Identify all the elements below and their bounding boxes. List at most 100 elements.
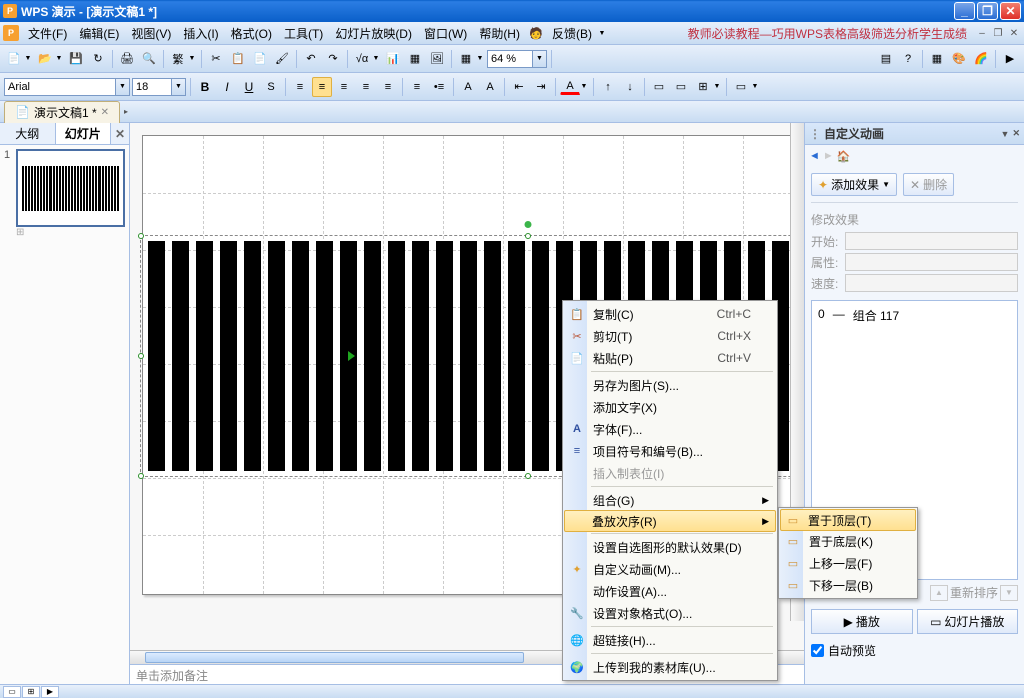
- save-button[interactable]: 💾: [66, 49, 86, 69]
- outline-close[interactable]: ✕: [111, 123, 129, 144]
- feedback-dropdown[interactable]: ▼: [598, 23, 607, 43]
- outline-tab[interactable]: 大纲: [0, 123, 56, 144]
- sm-front[interactable]: ▭置于顶层(T): [780, 509, 916, 531]
- reorder-down-button[interactable]: ▼: [1000, 585, 1018, 601]
- font-name-input[interactable]: [5, 79, 115, 95]
- support-icon[interactable]: 🧑: [526, 23, 546, 43]
- play-button[interactable]: ▶ 播放: [811, 609, 913, 634]
- property-select[interactable]: [845, 253, 1018, 271]
- cm-bullets[interactable]: ≡项目符号和编号(B)...: [565, 440, 775, 462]
- promo-link[interactable]: 教师必读教程—巧用WPS表格高级筛选分析学生成绩: [688, 25, 975, 42]
- font-name-combo[interactable]: ▼: [4, 78, 130, 96]
- cm-paste[interactable]: 📄粘贴(P)Ctrl+V: [565, 347, 775, 369]
- cm-save-pic[interactable]: 另存为图片(S)...: [565, 374, 775, 396]
- font-size-combo[interactable]: ▼: [132, 78, 186, 96]
- doc-icon[interactable]: P: [3, 25, 19, 41]
- zoom-input[interactable]: [488, 51, 532, 67]
- italic-button[interactable]: I: [217, 77, 237, 97]
- slideshow-button[interactable]: ▶: [1000, 49, 1020, 69]
- cm-group[interactable]: 组合(G)▶: [565, 489, 775, 511]
- font-larger-button[interactable]: A: [458, 77, 478, 97]
- menu-format[interactable]: 格式(O): [225, 23, 278, 44]
- align-objects-button[interactable]: ⊞: [693, 77, 713, 97]
- delete-effect-button[interactable]: ✕删除: [903, 173, 954, 196]
- font-size-input[interactable]: [133, 79, 171, 95]
- mdi-close[interactable]: ✕: [1007, 27, 1021, 39]
- sm-back[interactable]: ▭置于底层(K): [781, 530, 915, 552]
- redo-button[interactable]: ↷: [323, 49, 343, 69]
- underline-button[interactable]: U: [239, 77, 259, 97]
- speed-select[interactable]: [845, 274, 1018, 292]
- cut-toolbar-button[interactable]: ✂: [206, 49, 226, 69]
- anim-scheme-button[interactable]: 🌈: [971, 49, 991, 69]
- effect-item[interactable]: 0 — 组合 117: [816, 305, 1013, 326]
- send-back-button[interactable]: ▭: [671, 77, 691, 97]
- numbering-button[interactable]: ≡: [407, 77, 427, 97]
- grid-button[interactable]: ▦: [456, 49, 476, 69]
- cm-font[interactable]: A字体(F)...: [565, 418, 775, 440]
- mdi-restore[interactable]: ❐: [991, 27, 1005, 39]
- align-right-button[interactable]: ≡: [334, 77, 354, 97]
- align-left-button[interactable]: ≡: [290, 77, 310, 97]
- nav-home-icon[interactable]: 🏠: [837, 150, 851, 163]
- taskpane-close[interactable]: ✕: [1012, 128, 1020, 139]
- table-button[interactable]: ▦: [405, 49, 425, 69]
- tp-grip-icon[interactable]: ⋮: [809, 127, 821, 141]
- rotate-handle[interactable]: [525, 221, 532, 228]
- start-select[interactable]: [845, 232, 1018, 250]
- font-smaller-button[interactable]: A: [480, 77, 500, 97]
- strike-button[interactable]: S: [261, 77, 281, 97]
- open-button[interactable]: 📂: [35, 49, 55, 69]
- menu-slideshow[interactable]: 幻灯片放映(D): [329, 23, 418, 44]
- cm-hyperlink[interactable]: 🌐超链接(H)...: [565, 629, 775, 651]
- scroll-thumb[interactable]: [145, 652, 524, 663]
- taskpane-button[interactable]: ▤: [876, 49, 896, 69]
- slide-thumbnail[interactable]: [16, 149, 125, 227]
- menu-insert[interactable]: 插入(I): [177, 23, 224, 44]
- cm-add-text[interactable]: 添加文字(X): [565, 396, 775, 418]
- help-button[interactable]: ?: [898, 49, 918, 69]
- slides-tab[interactable]: 幻灯片: [56, 123, 112, 144]
- new-dropdown[interactable]: ▼: [24, 49, 33, 69]
- menu-view[interactable]: 视图(V): [125, 23, 177, 44]
- convert-button[interactable]: 繁: [168, 49, 188, 69]
- format-painter-button[interactable]: 🖌: [272, 49, 292, 69]
- sm-backward[interactable]: ▭下移一层(B): [781, 574, 915, 596]
- new-slide-button[interactable]: ▭: [731, 77, 751, 97]
- cm-custom-anim[interactable]: ✦自定义动画(M)...: [565, 558, 775, 580]
- font-color-button[interactable]: A: [560, 78, 580, 95]
- cm-format-obj[interactable]: 🔧设置对象格式(O)...: [565, 602, 775, 624]
- menu-tools[interactable]: 工具(T): [278, 23, 329, 44]
- print-button[interactable]: 🖨: [117, 49, 137, 69]
- autopreview-checkbox[interactable]: [811, 644, 824, 657]
- paste-toolbar-button[interactable]: 📄: [250, 49, 270, 69]
- promote-button[interactable]: ↑: [598, 77, 618, 97]
- preview-button[interactable]: 🔍: [139, 49, 159, 69]
- view-normal-button[interactable]: ▭: [3, 686, 21, 698]
- add-effect-button[interactable]: ✦添加效果 ▼: [811, 173, 897, 196]
- cm-cut[interactable]: ✂剪切(T)Ctrl+X: [565, 325, 775, 347]
- gallery-button[interactable]: 🖼: [427, 49, 447, 69]
- minimize-button[interactable]: _: [954, 2, 975, 20]
- design-button[interactable]: 🎨: [949, 49, 969, 69]
- mdi-min[interactable]: –: [975, 27, 989, 39]
- resize-handle-sw[interactable]: [138, 473, 144, 479]
- doc-tab[interactable]: 📄 演示文稿1 * ✕: [4, 101, 120, 123]
- nav-back-icon[interactable]: ◄: [809, 150, 820, 162]
- maximize-button[interactable]: ❐: [977, 2, 998, 20]
- cm-upload[interactable]: 🌍上传到我的素材库(U)...: [565, 656, 775, 678]
- equation-button[interactable]: √α: [352, 49, 372, 69]
- present-button[interactable]: ▭ 幻灯片播放: [917, 609, 1019, 634]
- new-button[interactable]: 📄: [4, 49, 24, 69]
- cm-default-autoshape[interactable]: 设置自选图形的默认效果(D): [565, 536, 775, 558]
- menu-feedback[interactable]: 反馈(B): [546, 23, 598, 44]
- nav-forward-icon[interactable]: ►: [823, 150, 834, 162]
- view-sorter-button[interactable]: ⊞: [22, 686, 40, 698]
- tab-scroll[interactable]: ▸: [124, 107, 128, 116]
- doc-tab-close[interactable]: ✕: [101, 107, 109, 118]
- indent-dec-button[interactable]: ⇤: [509, 77, 529, 97]
- menu-window[interactable]: 窗口(W): [418, 23, 473, 44]
- demote-button[interactable]: ↓: [620, 77, 640, 97]
- copy-toolbar-button[interactable]: 📋: [228, 49, 248, 69]
- menu-help[interactable]: 帮助(H): [473, 23, 526, 44]
